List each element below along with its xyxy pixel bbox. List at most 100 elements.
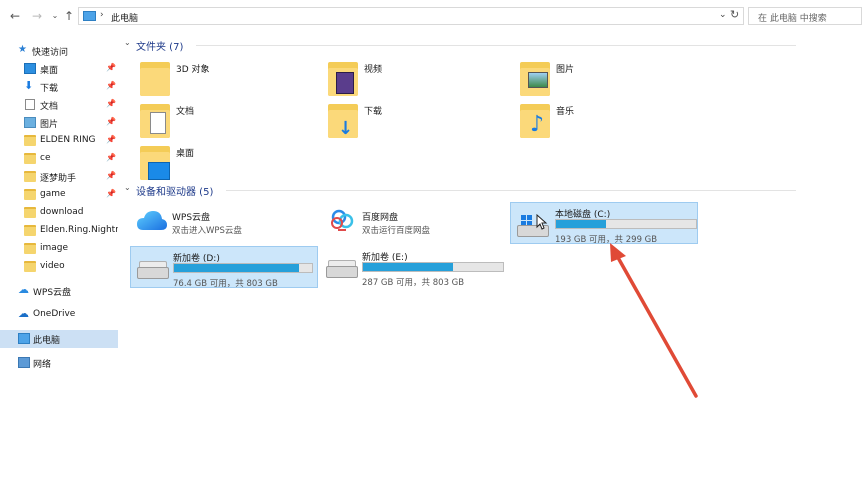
drive-d-tile[interactable]: 新加卷 (D:) 76.4 GB 可用，共 803 GB bbox=[130, 246, 318, 289]
folder-icon bbox=[24, 153, 36, 164]
computer-icon bbox=[83, 11, 96, 21]
hard-drive-icon bbox=[137, 259, 169, 281]
pin-icon: 📌 bbox=[106, 117, 116, 126]
chevron-down-icon[interactable]: ⌄ bbox=[124, 38, 131, 47]
sidebar-item-downloads[interactable]: ⬇ 下载 📌 bbox=[0, 78, 118, 96]
sidebar-item-documents[interactable]: 文档 📌 bbox=[0, 96, 118, 114]
sidebar-item-label: image bbox=[40, 243, 69, 253]
folder-tile-pictures[interactable]: 图片 bbox=[520, 56, 700, 98]
sidebar-item-video[interactable]: video bbox=[0, 258, 118, 276]
desktop-icon bbox=[24, 63, 36, 74]
sidebar-item-label: 逐梦助手 bbox=[40, 174, 77, 184]
drive-usage-fill bbox=[363, 263, 454, 271]
address-dropdown-icon[interactable]: ⌄ bbox=[719, 10, 727, 20]
refresh-icon[interactable]: ↻ bbox=[730, 8, 739, 21]
chevron-down-icon[interactable]: ⌄ bbox=[124, 183, 131, 192]
sidebar-item-label: 图片 bbox=[40, 120, 59, 130]
sidebar-item-label: 桌面 bbox=[40, 66, 59, 76]
picture-icon bbox=[24, 117, 36, 128]
downloads-folder-icon: ↓ bbox=[328, 98, 358, 139]
folder-icon bbox=[24, 243, 36, 254]
sidebar-item-game[interactable]: game 📌 bbox=[0, 186, 118, 204]
mouse-cursor-icon bbox=[536, 214, 548, 230]
drive-usage-bar bbox=[362, 262, 504, 272]
drive-e-tile[interactable]: 新加卷 (E:) 287 GB 可用，共 803 GB bbox=[320, 246, 508, 288]
download-icon: ⬇ bbox=[24, 79, 34, 92]
group-title: 文件夹 (7) bbox=[136, 42, 184, 53]
folder-icon bbox=[24, 261, 36, 272]
folder-label: 桌面 bbox=[176, 149, 195, 159]
folder-label: 音乐 bbox=[556, 107, 575, 117]
sidebar-item-this-pc[interactable]: 此电脑 bbox=[0, 330, 118, 348]
pin-icon: 📌 bbox=[106, 63, 116, 72]
drive-usage-bar bbox=[173, 263, 313, 273]
folder-tile-desktop[interactable]: 桌面 bbox=[140, 140, 320, 182]
sidebar-item-label: 快速访问 bbox=[32, 48, 69, 58]
desktop-folder-icon bbox=[140, 140, 170, 180]
folder-tile-documents[interactable]: 文档 bbox=[140, 98, 320, 140]
sidebar-item-label: ce bbox=[40, 153, 51, 163]
wps-cloud-tile[interactable]: WPS云盘 双击进入WPS云盘 bbox=[132, 204, 312, 238]
sidebar-item-label: game bbox=[40, 189, 66, 199]
sidebar-item-elden-ring[interactable]: ELDEN RING 📌 bbox=[0, 132, 118, 150]
up-arrow-icon[interactable]: ↑ bbox=[62, 9, 76, 23]
3d-objects-folder-icon bbox=[140, 56, 170, 96]
sidebar-item-wps-cloud[interactable]: ☁ WPS云盘 bbox=[0, 282, 118, 300]
content-pane: ⌄ 文件夹 (7) 3D 对象 视频 图片 文档 ↓ 下载 ♪ 音乐 桌面 ⌄ … bbox=[118, 32, 867, 492]
pin-icon: 📌 bbox=[106, 81, 116, 90]
sidebar-item-label: download bbox=[40, 207, 84, 217]
address-input[interactable]: › 此电脑 ⌄ bbox=[78, 7, 744, 25]
sidebar-item-label: OneDrive bbox=[33, 309, 76, 319]
drive-free-space: 76.4 GB 可用，共 803 GB bbox=[173, 279, 278, 289]
folder-label: 下载 bbox=[364, 107, 383, 117]
baidu-netdisk-name: 百度网盘 bbox=[362, 213, 399, 223]
folder-tile-3d-objects[interactable]: 3D 对象 bbox=[140, 56, 320, 98]
search-input[interactable]: 在 此电脑 中搜索 bbox=[748, 7, 862, 25]
sidebar-item-label: video bbox=[40, 261, 65, 271]
drive-free-space: 287 GB 可用，共 803 GB bbox=[362, 278, 465, 288]
pictures-folder-icon bbox=[520, 56, 550, 96]
sidebar-item-ce[interactable]: ce 📌 bbox=[0, 150, 118, 168]
wps-cloud-icon bbox=[137, 211, 167, 230]
folder-tile-downloads[interactable]: ↓ 下载 bbox=[328, 98, 508, 140]
group-divider bbox=[196, 45, 796, 46]
drive-usage-fill bbox=[556, 220, 606, 228]
sidebar-item-elden-ring-nightreign[interactable]: Elden.Ring.Nightre bbox=[0, 222, 118, 240]
sidebar-item-onedrive[interactable]: ☁ OneDrive bbox=[0, 306, 118, 324]
sidebar-item-download-folder[interactable]: download bbox=[0, 204, 118, 222]
drive-usage-fill bbox=[174, 264, 299, 272]
network-icon bbox=[18, 357, 30, 368]
sidebar-item-network[interactable]: 网络 bbox=[0, 354, 118, 372]
cloud-icon: ☁ bbox=[18, 283, 29, 296]
sidebar-item-pictures[interactable]: 图片 📌 bbox=[0, 114, 118, 132]
sidebar-item-quick-access[interactable]: ★ 快速访问 bbox=[0, 42, 118, 60]
pin-icon: 📌 bbox=[106, 171, 116, 180]
address-bar-row: ← → ⌄ ↑ › 此电脑 ⌄ ↻ 在 此电脑 中搜索 bbox=[0, 0, 867, 32]
document-icon bbox=[25, 99, 35, 110]
baidu-netdisk-desc: 双击运行百度网盘 bbox=[362, 226, 431, 236]
folder-tile-videos[interactable]: 视频 bbox=[328, 56, 508, 98]
group-divider bbox=[226, 190, 796, 191]
pin-icon: 📌 bbox=[106, 189, 116, 198]
folder-label: 文档 bbox=[176, 107, 195, 117]
computer-icon bbox=[18, 333, 30, 344]
baidu-netdisk-tile[interactable]: 百度网盘 双击运行百度网盘 bbox=[322, 204, 502, 238]
sidebar-item-label: Elden.Ring.Nightre bbox=[40, 225, 118, 235]
folder-tile-music[interactable]: ♪ 音乐 bbox=[520, 98, 700, 140]
sidebar-item-zhumeng[interactable]: 逐梦助手 📌 bbox=[0, 168, 118, 186]
folder-icon bbox=[24, 189, 36, 200]
folder-label: 图片 bbox=[556, 65, 575, 75]
sidebar-item-label: 此电脑 bbox=[33, 336, 61, 346]
drive-free-space: 193 GB 可用，共 299 GB bbox=[555, 235, 658, 245]
star-icon: ★ bbox=[18, 44, 27, 55]
folder-icon bbox=[24, 207, 36, 218]
baidu-netdisk-icon bbox=[331, 209, 354, 231]
forward-arrow-icon[interactable]: → bbox=[30, 9, 44, 23]
drive-usage-bar bbox=[555, 219, 697, 229]
sidebar-item-image[interactable]: image bbox=[0, 240, 118, 258]
back-arrow-icon[interactable]: ← bbox=[8, 9, 22, 23]
chevron-down-icon[interactable]: ⌄ bbox=[48, 9, 62, 23]
sidebar-item-desktop[interactable]: 桌面 📌 bbox=[0, 60, 118, 78]
hard-drive-icon bbox=[326, 258, 358, 280]
search-placeholder: 在 此电脑 中搜索 bbox=[758, 14, 827, 24]
